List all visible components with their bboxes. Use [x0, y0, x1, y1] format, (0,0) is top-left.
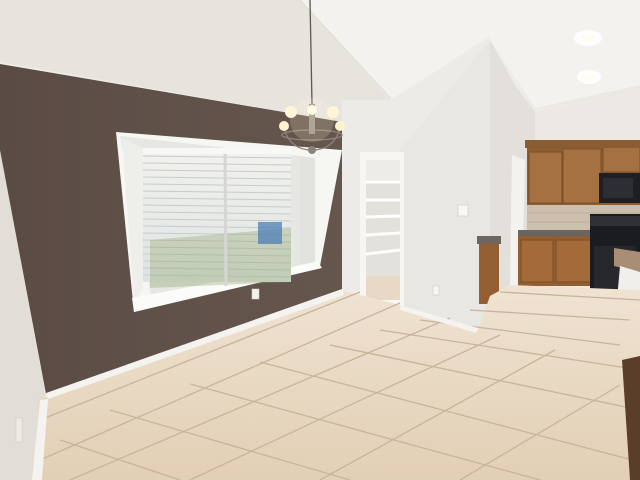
outlet-icon: [15, 417, 23, 443]
recessed-light-icon: [574, 30, 602, 46]
room-photo: [0, 0, 640, 480]
outlet-icon: [432, 285, 440, 296]
recessed-light-icon: [577, 70, 601, 84]
pantry: [360, 152, 404, 308]
light-switch-icon: [457, 204, 469, 217]
outlet-icon: [251, 288, 260, 300]
upper-cabinets: [525, 140, 640, 205]
